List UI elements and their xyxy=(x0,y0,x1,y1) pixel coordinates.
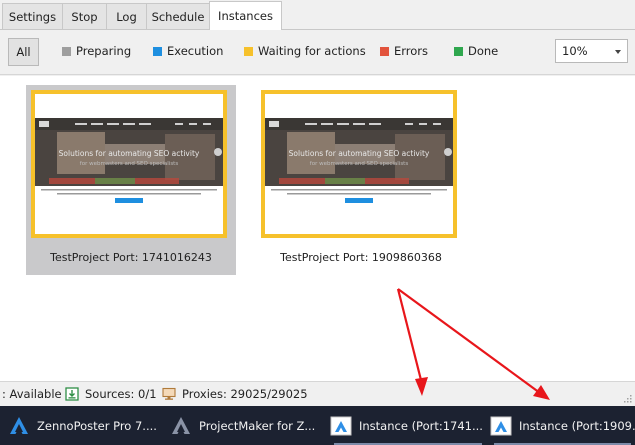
tab-label: Stop xyxy=(71,10,98,24)
status-proxies-text: Proxies: 29025/29025 xyxy=(182,387,308,401)
website-screenshot-icon: Solutions for automating SEO activity fo… xyxy=(35,94,223,234)
filter-errors-label: Errors xyxy=(394,44,429,58)
zoom-value: 10% xyxy=(562,44,588,58)
filter-preparing[interactable]: Preparing xyxy=(62,44,131,58)
sources-download-icon xyxy=(65,387,79,401)
instance-thumbnail[interactable]: Solutions for automating SEO activity fo… xyxy=(31,90,227,238)
proxies-monitor-icon xyxy=(162,387,176,400)
thumbnail-headline: Solutions for automating SEO activity xyxy=(59,149,200,158)
tab-bar: Settings Stop Log Schedule Instances xyxy=(0,0,635,30)
instance-window-icon xyxy=(490,416,512,435)
instance-thumbnail[interactable]: Solutions for automating SEO activity fo… xyxy=(261,90,457,238)
taskbar-item-label: ProjectMaker for Z... xyxy=(199,418,316,433)
status-available-text: : Available xyxy=(2,387,62,401)
errors-swatch-icon xyxy=(380,46,389,56)
instance-window-icon xyxy=(330,416,352,435)
tab-label: Settings xyxy=(8,10,57,24)
tab-label: Instances xyxy=(218,9,273,23)
tab-stop[interactable]: Stop xyxy=(62,3,107,30)
execution-swatch-icon xyxy=(153,46,162,56)
taskbar-item-projectmaker[interactable]: ProjectMaker for Z... xyxy=(170,406,326,445)
instance-caption: TestProject Port: 1909860368 xyxy=(280,251,442,264)
filter-execution-label: Execution xyxy=(167,44,224,58)
website-screenshot-icon: Solutions for automating SEO activity fo… xyxy=(265,94,453,234)
status-sources: Sources: 0/1 xyxy=(65,382,157,406)
done-swatch-icon xyxy=(454,46,463,56)
filter-done-label: Done xyxy=(468,44,499,58)
taskbar: ZennoPoster Pro 7.... ProjectMaker for Z… xyxy=(0,406,635,445)
filter-waiting[interactable]: Waiting for actions xyxy=(244,44,366,58)
resize-grip-icon[interactable] xyxy=(623,394,632,403)
filter-errors[interactable]: Errors xyxy=(380,44,428,58)
taskbar-item-instance-1[interactable]: Instance (Port:1741... xyxy=(330,406,486,445)
waiting-swatch-icon xyxy=(244,46,253,56)
tab-label: Log xyxy=(116,10,137,24)
tab-schedule[interactable]: Schedule xyxy=(146,3,210,30)
zoom-select[interactable]: 10% xyxy=(555,39,628,63)
tab-label: Schedule xyxy=(151,10,205,24)
filter-done[interactable]: Done xyxy=(454,44,498,58)
status-sources-text: Sources: 0/1 xyxy=(85,387,157,401)
taskbar-item-zennoposter[interactable]: ZennoPoster Pro 7.... xyxy=(8,406,164,445)
instances-panel: Solutions for automating SEO activity fo… xyxy=(0,76,635,381)
filter-bar: All Preparing Execution Waiting for acti… xyxy=(0,30,635,75)
preparing-swatch-icon xyxy=(62,46,71,56)
instance-card-2[interactable]: Solutions for automating SEO activity fo… xyxy=(256,85,466,275)
filter-preparing-label: Preparing xyxy=(76,44,132,58)
taskbar-item-label: Instance (Port:1741... xyxy=(359,418,483,433)
instance-card-1[interactable]: Solutions for automating SEO activity fo… xyxy=(26,85,236,275)
filter-all-button[interactable]: All xyxy=(8,38,39,66)
status-proxies: Proxies: 29025/29025 xyxy=(162,382,308,406)
tab-log[interactable]: Log xyxy=(106,3,147,30)
filter-execution[interactable]: Execution xyxy=(153,44,223,58)
thumbnail-headline: Solutions for automating SEO activity xyxy=(289,149,430,158)
status-available: : Available xyxy=(2,382,62,406)
status-bar: : Available Sources: 0/1 Proxies: 29025/… xyxy=(0,381,635,406)
chevron-down-icon xyxy=(615,50,621,54)
projectmaker-logo-icon xyxy=(172,416,190,434)
taskbar-item-label: ZennoPoster Pro 7.... xyxy=(37,418,157,433)
thumbnail-subline: for webmasters and SEO specialists xyxy=(310,161,409,167)
zenno-logo-icon xyxy=(10,416,28,434)
taskbar-item-label: Instance (Port:1909... xyxy=(519,418,635,433)
filter-all-label: All xyxy=(16,45,31,59)
instance-caption: TestProject Port: 1741016243 xyxy=(50,251,212,264)
filter-waiting-label: Waiting for actions xyxy=(258,44,366,58)
tab-instances[interactable]: Instances xyxy=(209,1,282,30)
tab-settings[interactable]: Settings xyxy=(2,3,63,30)
thumbnail-subline: for webmasters and SEO specialists xyxy=(80,161,179,167)
taskbar-item-instance-2[interactable]: Instance (Port:1909... xyxy=(490,406,635,445)
